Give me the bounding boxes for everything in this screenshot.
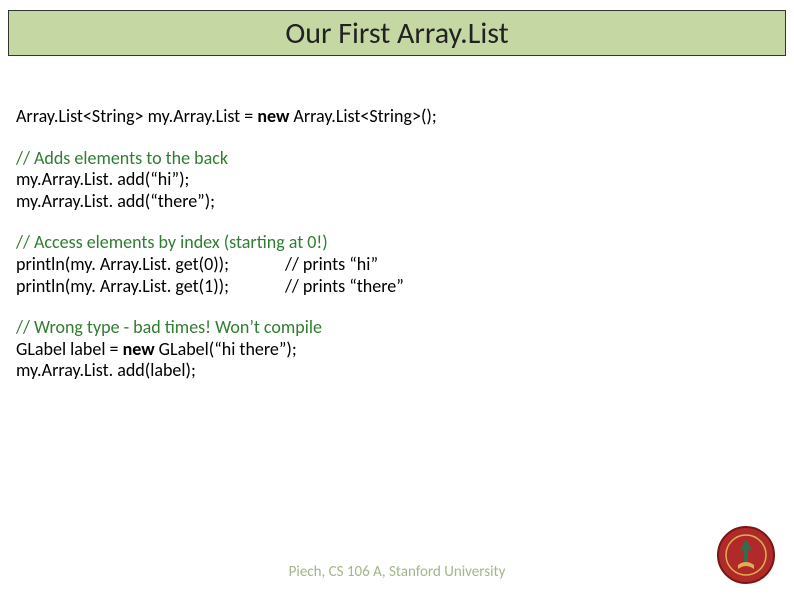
section-add: // Adds elements to the back my.Array.Li… [16, 148, 778, 213]
get-2-code: println(my. Array.List. get(1)); [16, 275, 229, 297]
declaration-line: Array.List<String> my.Array.List = new A… [16, 106, 778, 128]
wrong-1b: GLabel(“hi there”); [155, 338, 297, 360]
slide-title: Our First Array.List [285, 15, 508, 52]
decl-kw: new [257, 105, 289, 127]
get-line-2: println(my. Array.List. get(1)); // print… [16, 276, 778, 298]
wrong-line-1: GLabel label = new GLabel(“hi there”); [16, 339, 778, 361]
decl-post: Array.List<String>(); [289, 105, 436, 127]
section-get: // Access elements by index (starting at… [16, 232, 778, 297]
stanford-seal-icon [716, 525, 776, 585]
get-1-comment: // prints “hi” [285, 253, 378, 275]
wrong-1a: GLabel label = [16, 338, 123, 360]
slide-body: Array.List<String> my.Array.List = new A… [16, 106, 778, 402]
wrong-1-kw: new [123, 338, 155, 360]
get-2-comment: // prints “there” [285, 275, 404, 297]
comment-add: // Adds elements to the back [16, 148, 778, 170]
wrong-line-2: my.Array.List. add(label); [16, 360, 778, 382]
decl-pre: Array.List<String> my.Array.List = [16, 105, 257, 127]
comment-get: // Access elements by index (starting at… [16, 232, 778, 254]
add-line-1: my.Array.List. add(“hi”); [16, 169, 778, 191]
comment-wrong: // Wrong type - bad times! Won’t compile [16, 317, 778, 339]
get-line-1: println(my. Array.List. get(0)); // print… [16, 254, 778, 276]
section-wrong: // Wrong type - bad times! Won’t compile… [16, 317, 778, 382]
slide-title-bar: Our First Array.List [8, 10, 786, 56]
get-1-code: println(my. Array.List. get(0)); [16, 253, 229, 275]
slide-footer: Piech, CS 106 A, Stanford University [0, 563, 794, 581]
add-line-2: my.Array.List. add(“there”); [16, 191, 778, 213]
